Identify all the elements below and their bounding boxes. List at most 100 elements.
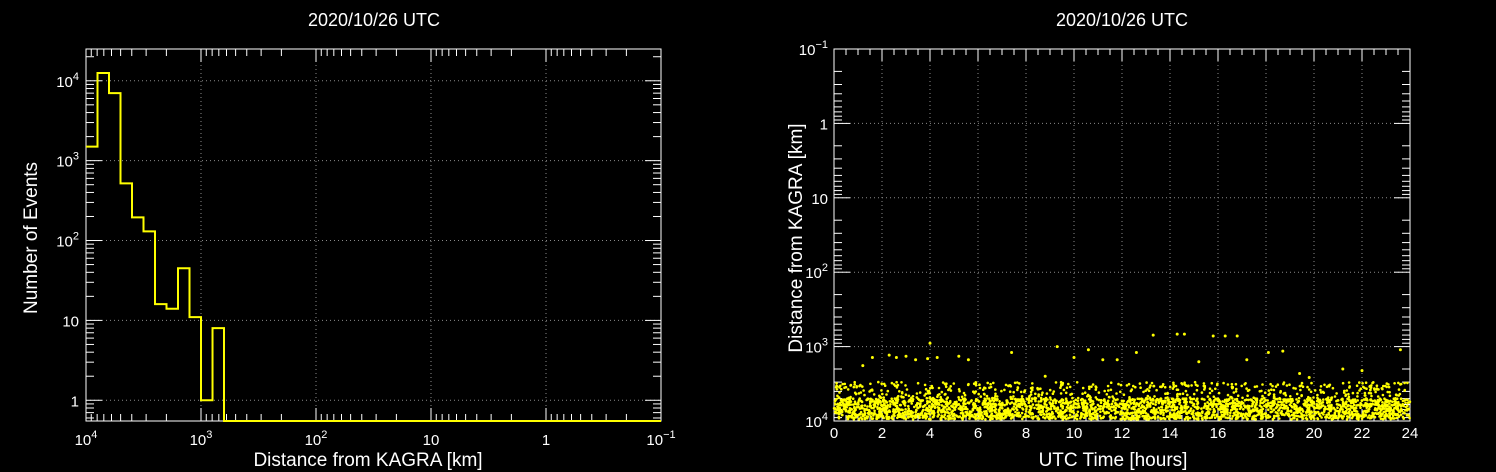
scatter-point xyxy=(1394,400,1398,404)
scatter-point xyxy=(1146,401,1149,404)
scatter-point xyxy=(1174,398,1178,402)
scatter-point xyxy=(843,398,847,401)
scatter-point xyxy=(893,414,896,418)
scatter-point xyxy=(1103,405,1106,408)
x-tick-label: 6 xyxy=(974,425,982,442)
scatter-point xyxy=(1282,392,1286,395)
scatter-point xyxy=(1088,409,1092,413)
scatter-point xyxy=(1200,391,1204,394)
scatter-point xyxy=(1099,405,1102,408)
scatter-point xyxy=(1107,389,1110,392)
scatter-point xyxy=(1362,410,1365,413)
scatter-point xyxy=(1072,356,1076,359)
scatter-point xyxy=(1170,397,1174,401)
scatter-point xyxy=(928,404,931,408)
scatter-point xyxy=(1233,404,1237,407)
scatter-point xyxy=(837,396,841,399)
scatter-point xyxy=(1238,407,1242,411)
scatter-point xyxy=(1293,407,1296,411)
scatter-point xyxy=(1145,381,1148,384)
scatter-point xyxy=(1393,382,1396,385)
scatter-point xyxy=(849,408,853,411)
scatter-point xyxy=(1152,406,1156,410)
scatter-point xyxy=(1001,401,1004,405)
scatter-point xyxy=(870,417,874,421)
scatter-point xyxy=(1097,398,1101,402)
scatter-point xyxy=(1121,411,1125,415)
scatter-point xyxy=(928,341,932,345)
scatter-point xyxy=(879,415,882,418)
scatter-point xyxy=(1074,415,1077,418)
scatter-point xyxy=(1394,393,1398,397)
scatter-point xyxy=(1350,412,1354,415)
scatter-point xyxy=(1197,360,1201,364)
scatter-point xyxy=(1259,401,1262,405)
scatter-point xyxy=(1343,389,1346,393)
scatter-point xyxy=(1128,416,1132,420)
scatter-point xyxy=(1194,399,1198,402)
scatter-point xyxy=(984,418,987,421)
scatter-point xyxy=(1371,412,1375,416)
scatter-point xyxy=(859,383,862,387)
scatter-point xyxy=(1009,409,1012,412)
scatter-point xyxy=(1003,388,1006,392)
scatter-point xyxy=(1322,398,1325,401)
scatter-point xyxy=(1229,411,1232,415)
scatter-point xyxy=(867,408,871,412)
scatter-point xyxy=(1375,384,1379,388)
scatter-point xyxy=(908,409,911,413)
scatter-point xyxy=(1212,395,1216,399)
scatter-point xyxy=(1109,414,1112,417)
scatter-point xyxy=(989,416,993,419)
scatter-point xyxy=(1388,405,1391,409)
scatter-point xyxy=(1339,414,1342,418)
scatter-point xyxy=(983,397,986,401)
scatter-point xyxy=(1254,418,1257,421)
scatter-point xyxy=(1234,382,1238,386)
scatter-point xyxy=(1110,409,1113,413)
scatter-point xyxy=(1022,415,1025,419)
scatter-point xyxy=(927,417,931,421)
scatter-point xyxy=(1191,415,1195,419)
scatter-point xyxy=(1322,410,1326,414)
scatter-point xyxy=(1037,410,1041,414)
scatter-point xyxy=(860,399,863,403)
scatter-point xyxy=(1245,387,1248,390)
scatter-point xyxy=(886,404,890,407)
scatter-point xyxy=(1362,404,1365,408)
scatter-point xyxy=(1197,406,1200,410)
scatter-point xyxy=(1113,408,1116,412)
scatter-point xyxy=(1345,389,1349,392)
scatter-point xyxy=(918,391,922,394)
scatter-point xyxy=(1203,398,1206,401)
scatter-point xyxy=(1012,405,1016,408)
scatter-point xyxy=(952,412,956,416)
scatter-point xyxy=(889,400,893,403)
scatter-point xyxy=(991,405,995,409)
scatter-point xyxy=(1208,416,1212,420)
scatter-point xyxy=(1356,399,1359,402)
scatter-point xyxy=(1313,417,1316,420)
scatter-point xyxy=(1190,412,1193,416)
scatter-point xyxy=(1105,393,1109,396)
scatter-point xyxy=(1232,391,1236,394)
scatter-point xyxy=(1203,388,1206,391)
scatter-point xyxy=(1328,401,1331,404)
scatter-point xyxy=(1098,414,1102,418)
scatter-point xyxy=(1312,402,1316,405)
scatter-point xyxy=(939,395,942,399)
scatter-point xyxy=(1303,399,1306,402)
scatter-point xyxy=(1115,392,1118,395)
scatter-point xyxy=(844,404,847,408)
x-tick-label: 103 xyxy=(190,429,213,449)
scatter-point xyxy=(858,397,861,400)
scatter-point xyxy=(846,400,850,404)
scatter-point xyxy=(1103,389,1106,393)
scatter-point xyxy=(1375,408,1378,412)
histogram-panel: 2020/10/26 UTC 104 103 102 10 1 10−1 11010210… xyxy=(21,10,676,471)
scatter-point xyxy=(1208,397,1212,401)
scatter-point xyxy=(976,407,979,410)
scatter-point xyxy=(1166,415,1169,418)
scatter-point xyxy=(1388,414,1392,418)
scatter-point xyxy=(1215,383,1219,387)
